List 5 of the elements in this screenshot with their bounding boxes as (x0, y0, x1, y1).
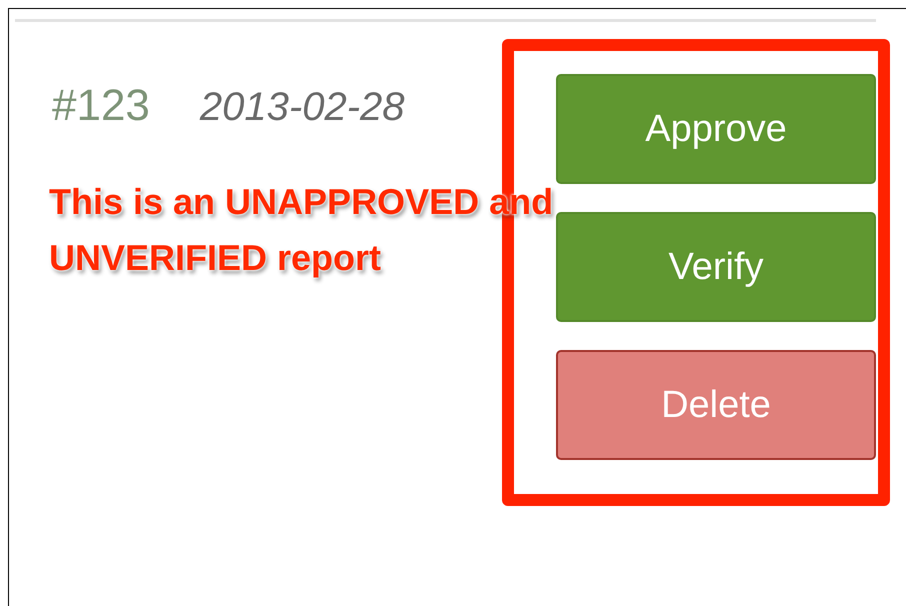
action-button[interactable]: Approve (556, 74, 876, 184)
delete-button[interactable]: Delete (556, 350, 876, 460)
report-date: 2013-02-28 (200, 85, 404, 130)
report-number: #123 (52, 81, 150, 131)
action-button[interactable]: Verify (556, 212, 876, 322)
